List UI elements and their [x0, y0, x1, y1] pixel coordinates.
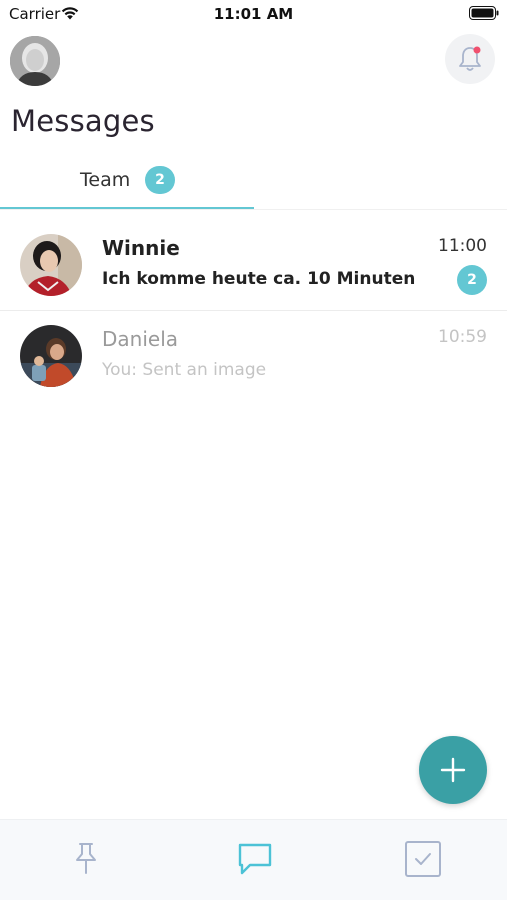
daniela-photo [20, 325, 82, 387]
status-bar: Carrier 11:01 AM [0, 0, 507, 28]
conversation-time: 10:59 [438, 327, 487, 347]
battery-icon [469, 6, 499, 20]
conversation-row-winnie[interactable]: Winnie Ich komme heute ca. 10 Minuten ..… [0, 220, 507, 311]
plus-icon [440, 757, 466, 783]
conversation-time: 11:00 [438, 236, 487, 256]
notifications-button[interactable] [445, 34, 495, 84]
conversation-name: Daniela [102, 327, 179, 351]
avatar-daniela [20, 325, 82, 387]
chat-bubble-icon [238, 843, 272, 875]
bell-icon [459, 46, 481, 71]
tab-team-label: Team [80, 169, 131, 191]
notification-dot [473, 46, 481, 54]
checkbox-icon [405, 841, 441, 877]
profile-avatar[interactable] [10, 36, 60, 86]
bottom-tab-bar [0, 819, 507, 900]
messages-screen: Carrier 11:01 AM Messages Team 2 Winnie … [0, 0, 507, 900]
avatar-winnie [20, 234, 82, 296]
pin-icon [76, 843, 96, 874]
tab-team-badge: 2 [145, 166, 175, 194]
winnie-photo [20, 234, 82, 296]
tabbar-tasks[interactable] [400, 836, 444, 880]
conversation-preview: Ich komme heute ca. 10 Minuten ... [102, 269, 422, 289]
tab-team[interactable]: Team 2 [0, 160, 254, 210]
tabs-divider [0, 209, 507, 210]
profile-photo [10, 36, 60, 86]
tabbar-messages[interactable] [232, 836, 276, 880]
conversation-preview: You: Sent an image [102, 360, 267, 380]
conversation-name: Winnie [102, 236, 180, 260]
new-message-button[interactable] [419, 736, 487, 804]
clock: 11:01 AM [213, 5, 294, 23]
tabbar-pinned[interactable] [64, 836, 108, 880]
unread-badge: 2 [457, 265, 487, 295]
conversation-row-daniela[interactable]: Daniela You: Sent an image 10:59 [0, 311, 507, 401]
page-title: Messages [11, 104, 155, 138]
